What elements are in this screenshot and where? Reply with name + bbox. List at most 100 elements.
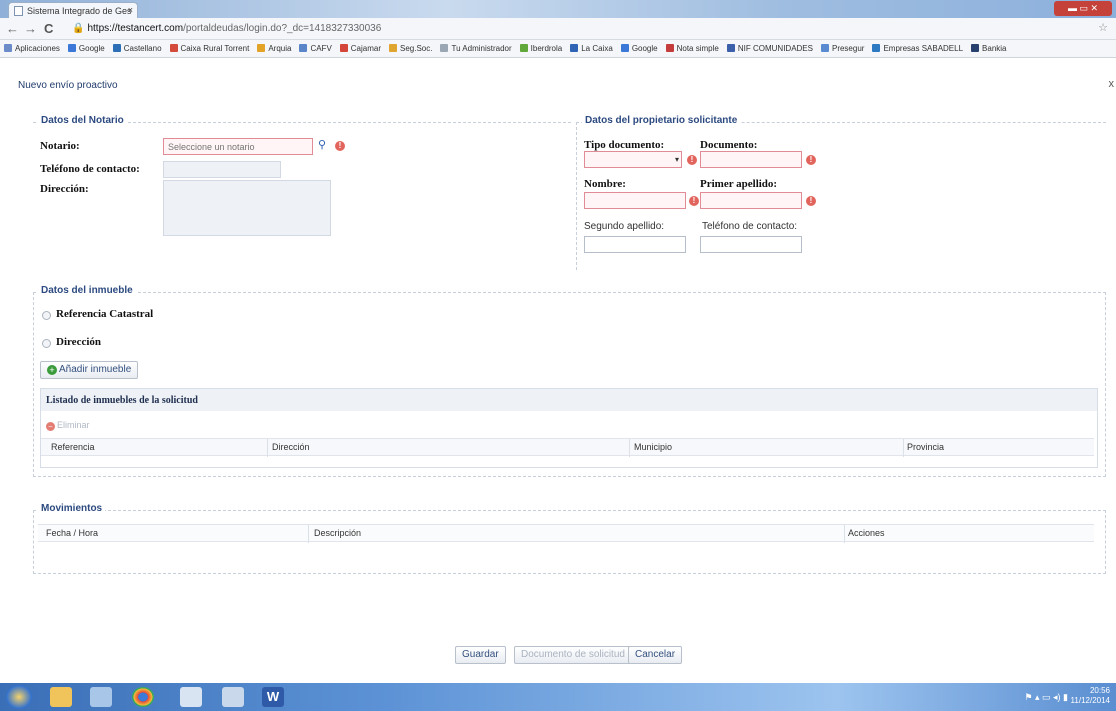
guardar-button[interactable]: Guardar xyxy=(455,646,506,664)
bookmark-favicon-icon xyxy=(299,44,308,52)
bookmark-favicon-icon xyxy=(440,44,449,52)
column-acciones[interactable]: Acciones xyxy=(848,528,885,538)
documento-input[interactable] xyxy=(700,151,802,168)
cancelar-button[interactable]: Cancelar xyxy=(628,646,683,664)
clock-date: 11/12/2014 xyxy=(1070,696,1110,705)
add-inmueble-button[interactable]: + Añadir inmueble xyxy=(40,361,139,379)
bookmark-label: Arquia xyxy=(268,44,292,53)
windows-taskbar: W ⚑ ▴ ▭ ◂) ▮ 20:56 11/12/2014 xyxy=(0,683,1116,711)
page-favicon-icon xyxy=(14,6,23,16)
clock[interactable]: 20:56 11/12/2014 xyxy=(1071,686,1110,706)
system-tray-icons[interactable]: ⚑ ▴ ▭ ◂) ▮ xyxy=(1024,692,1068,703)
error-icon: ! xyxy=(335,141,345,151)
bookmark-star-icon[interactable]: ☆ xyxy=(1098,21,1108,34)
bookmark-label: Aplicaciones xyxy=(15,44,60,53)
column-separator xyxy=(844,525,845,543)
column-municipio[interactable]: Municipio xyxy=(634,442,672,452)
column-descripcion[interactable]: Descripción xyxy=(314,528,361,538)
bookmark-item[interactable]: Bankia xyxy=(971,44,1007,53)
bookmark-item[interactable]: Google xyxy=(620,44,658,53)
column-separator xyxy=(308,525,309,543)
chrome-icon[interactable] xyxy=(132,687,154,707)
url-path: /portaldeudas/login.do?_dc=1418327330036 xyxy=(183,23,382,34)
tab-close-icon[interactable]: × xyxy=(128,5,133,15)
bookmark-label: Google xyxy=(78,44,105,53)
start-button-icon[interactable] xyxy=(6,685,32,709)
document-app-icon[interactable] xyxy=(90,687,112,707)
inmuebles-list-header-bg xyxy=(41,389,1097,411)
bookmark-label: CAFV xyxy=(310,44,332,53)
dialog-close-icon[interactable]: x xyxy=(1109,78,1115,90)
bookmark-favicon-icon xyxy=(257,44,266,52)
radio-direccion-label[interactable]: Dirección xyxy=(56,336,101,348)
bookmark-label: La Caixa xyxy=(581,44,613,53)
segundo-apellido-input[interactable] xyxy=(584,236,686,253)
radio-direccion[interactable] xyxy=(42,339,51,348)
back-arrow-icon[interactable]: ← xyxy=(6,22,19,36)
bookmark-favicon-icon xyxy=(665,44,674,52)
add-icon: + xyxy=(47,365,57,375)
notario-search-input[interactable] xyxy=(163,138,313,155)
forward-arrow-icon[interactable]: → xyxy=(24,22,37,36)
bookmark-item[interactable]: Arquia xyxy=(257,44,291,53)
column-direccion[interactable]: Dirección xyxy=(272,442,310,452)
add-inmueble-label: Añadir inmueble xyxy=(59,364,132,375)
bookmark-item[interactable]: Empresas SABADELL xyxy=(872,44,963,53)
notario-label: Notario: xyxy=(40,140,80,152)
browser-tab[interactable]: Sistema Integrado de Ges × xyxy=(8,2,138,18)
nombre-input[interactable] xyxy=(584,192,686,209)
bookmark-favicon-icon xyxy=(820,44,829,52)
bookmark-item[interactable]: Presegur xyxy=(820,44,865,53)
remote-app-icon[interactable] xyxy=(180,687,202,707)
image-app-icon[interactable] xyxy=(222,687,244,707)
primer-apellido-input[interactable] xyxy=(700,192,802,209)
column-separator xyxy=(267,439,268,457)
bookmark-label: Seg.Soc. xyxy=(400,44,433,53)
bookmark-item[interactable]: Castellano xyxy=(112,44,162,53)
tipo-documento-select[interactable] xyxy=(584,151,682,168)
bookmark-item[interactable]: Iberdrola xyxy=(519,44,562,53)
bookmark-item[interactable]: Nota simple xyxy=(665,44,719,53)
nombre-label: Nombre: xyxy=(584,178,626,190)
eliminar-button[interactable]: – Eliminar xyxy=(46,420,90,431)
documento-label: Documento: xyxy=(700,139,758,151)
column-provincia[interactable]: Provincia xyxy=(907,442,944,452)
remove-icon: – xyxy=(46,422,55,431)
documento-solicitud-button[interactable]: Documento de solicitud xyxy=(514,646,632,664)
radio-referencia-catastral[interactable] xyxy=(42,311,51,320)
column-separator xyxy=(629,439,630,457)
bookmark-item[interactable]: NIF COMUNIDADES xyxy=(726,44,813,53)
bookmark-label: Bankia xyxy=(982,44,1007,53)
bookmark-item[interactable]: Caixa Rural Torrent xyxy=(169,44,249,53)
explorer-folder-icon[interactable] xyxy=(50,687,72,707)
bookmark-favicon-icon xyxy=(872,44,881,52)
chevron-down-icon[interactable]: ▾ xyxy=(672,152,682,167)
search-icon[interactable]: ⚲ xyxy=(318,138,326,151)
telefono-propietario-input[interactable] xyxy=(700,236,802,253)
propietario-divider xyxy=(576,122,577,270)
column-referencia[interactable]: Referencia xyxy=(51,442,95,452)
bookmark-item[interactable]: CAFV xyxy=(299,44,332,53)
bookmark-item[interactable]: La Caixa xyxy=(570,44,613,53)
word-icon[interactable]: W xyxy=(262,687,284,707)
reload-icon[interactable]: C xyxy=(44,22,53,36)
eliminar-label: Eliminar xyxy=(57,420,90,430)
window-controls[interactable]: ▬ ▭ ✕ xyxy=(1054,1,1112,16)
bookmark-item[interactable]: Google xyxy=(67,44,105,53)
bookmark-item[interactable]: Aplicaciones xyxy=(4,44,60,53)
bookmark-item[interactable]: Seg.Soc. xyxy=(389,44,432,53)
bookmark-item[interactable]: Cajamar xyxy=(339,44,381,53)
bookmark-item[interactable]: Tu Administrador xyxy=(440,44,512,53)
segundo-apellido-label: Segundo apellido: xyxy=(584,221,665,232)
radio-referencia-label[interactable]: Referencia Catastral xyxy=(56,308,153,320)
error-icon: ! xyxy=(806,196,816,206)
url-field[interactable]: 🔒 https://testancert.com/portaldeudas/log… xyxy=(72,21,1062,37)
column-fecha-hora[interactable]: Fecha / Hora xyxy=(46,528,98,538)
dialog-title: Nuevo envío proactivo xyxy=(18,80,118,91)
inmuebles-list-title: Listado de inmuebles de la solicitud xyxy=(46,395,198,406)
bookmark-label: Empresas SABADELL xyxy=(883,44,964,53)
movimientos-legend: Movimientos xyxy=(38,503,106,514)
bookmark-label: Presegur xyxy=(831,44,865,53)
bookmark-favicon-icon xyxy=(620,44,629,52)
inmueble-legend: Datos del inmueble xyxy=(38,285,136,296)
